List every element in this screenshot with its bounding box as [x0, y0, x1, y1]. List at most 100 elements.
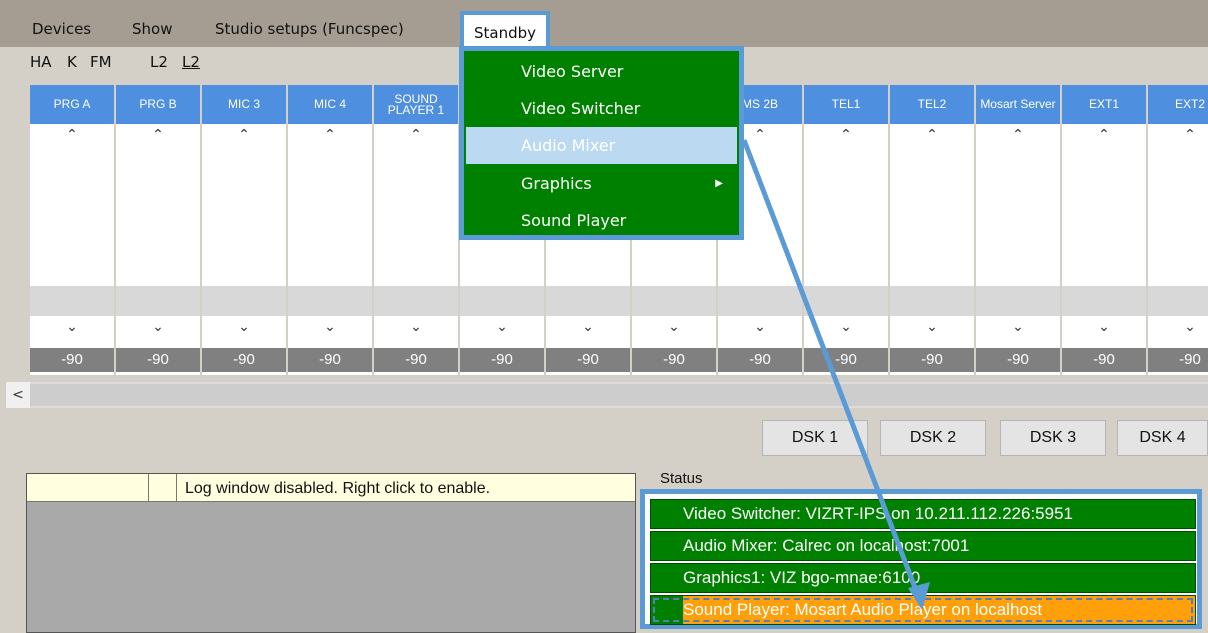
chevron-up-icon[interactable]: ⌃ — [202, 124, 286, 146]
chevron-left-icon[interactable]: < — [6, 382, 30, 408]
fader-track[interactable] — [1148, 286, 1208, 316]
log-cell — [27, 474, 149, 502]
shortcut-l2[interactable]: L2 — [150, 53, 168, 71]
scrollbar-track[interactable] — [30, 384, 1208, 406]
chevron-down-icon[interactable]: ⌄ — [116, 316, 200, 338]
fader-area[interactable] — [890, 146, 974, 286]
dsk-1-button[interactable]: DSK 1 — [762, 420, 868, 456]
channel-name: PRG B — [116, 85, 200, 124]
chevron-up-icon[interactable]: ⌃ — [374, 124, 458, 146]
menu-studio-setups[interactable]: Studio setups (Funcspec) — [215, 16, 404, 42]
chevron-down-icon[interactable]: ⌄ — [1148, 316, 1208, 338]
chevron-up-icon[interactable]: ⌃ — [1148, 124, 1208, 146]
fader-track[interactable] — [890, 286, 974, 316]
chevron-down-icon[interactable]: ⌄ — [976, 316, 1060, 338]
dsk-2-button[interactable]: DSK 2 — [880, 420, 986, 456]
chevron-down-icon[interactable]: ⌄ — [30, 316, 114, 338]
chevron-down-icon[interactable]: ⌄ — [804, 316, 888, 338]
menu-item-graphics[interactable]: Graphics ▶ — [466, 165, 737, 202]
fader-track[interactable] — [632, 286, 716, 316]
fader-track[interactable] — [976, 286, 1060, 316]
channel-strip: EXT2 ⌃ ⌄ -90 — [1148, 85, 1208, 375]
channel-name: PRG A — [30, 85, 114, 124]
channel-name: TEL1 — [804, 85, 888, 124]
fader-track[interactable] — [374, 286, 458, 316]
channel-level-value: -90 — [804, 348, 888, 372]
chevron-down-icon[interactable]: ⌄ — [374, 316, 458, 338]
fader-track[interactable] — [202, 286, 286, 316]
channel-level-value: -90 — [116, 348, 200, 372]
chevron-up-icon[interactable]: ⌃ — [976, 124, 1060, 146]
chevron-down-icon[interactable]: ⌄ — [202, 316, 286, 338]
status-row-sound-player[interactable]: Sound Player: Mosart Audio Player on loc… — [650, 595, 1196, 625]
fader-track[interactable] — [718, 286, 802, 316]
fader-area[interactable] — [288, 146, 372, 286]
fader-area[interactable] — [374, 146, 458, 286]
fader-area[interactable] — [116, 146, 200, 286]
chevron-down-icon[interactable]: ⌄ — [546, 316, 630, 338]
chevron-up-icon[interactable]: ⌃ — [116, 124, 200, 146]
channel-strip: EXT1 ⌃ ⌄ -90 — [1062, 85, 1147, 375]
fader-track[interactable] — [460, 286, 544, 316]
fader-track[interactable] — [288, 286, 372, 316]
channel-strip: TEL1 ⌃ ⌄ -90 — [804, 85, 889, 375]
log-row[interactable]: Log window disabled. Right click to enab… — [27, 474, 635, 502]
channel-strip: SOUND PLAYER 1 ⌃ ⌄ -90 — [374, 85, 459, 375]
menu-item-video-server[interactable]: Video Server — [466, 53, 737, 90]
chevron-up-icon[interactable]: ⌃ — [890, 124, 974, 146]
status-row-video-switcher[interactable]: Video Switcher: VIZRT-IPS on 10.211.112.… — [650, 499, 1196, 529]
dsk-3-button[interactable]: DSK 3 — [1000, 420, 1106, 456]
chevron-down-icon[interactable]: ⌄ — [460, 316, 544, 338]
menu-item-label: Graphics — [521, 174, 592, 193]
chevron-down-icon[interactable]: ⌄ — [1062, 316, 1146, 338]
log-cell — [149, 474, 177, 502]
shortcut-ha[interactable]: HA — [30, 53, 52, 71]
chevron-up-icon[interactable]: ⌃ — [30, 124, 114, 146]
channel-name: EXT2 — [1148, 85, 1208, 124]
channel-name: TEL2 — [890, 85, 974, 124]
shortcut-fm[interactable]: FM — [90, 53, 112, 71]
channel-strip: MIC 4 ⌃ ⌄ -90 — [288, 85, 373, 375]
fader-track[interactable] — [30, 286, 114, 316]
status-list[interactable]: Video Switcher: VIZRT-IPS on 10.211.112.… — [640, 489, 1202, 629]
status-row-audio-mixer[interactable]: Audio Mixer: Calrec on localhost:7001 — [650, 531, 1196, 561]
channel-strip: PRG A ⌃ ⌄ -90 — [30, 85, 115, 375]
menu-bar: Devices Show Studio setups (Funcspec) St… — [0, 0, 1208, 47]
channel-name: MIC 4 — [288, 85, 372, 124]
chevron-up-icon[interactable]: ⌃ — [804, 124, 888, 146]
menu-item-sound-player[interactable]: Sound Player — [466, 202, 737, 239]
chevron-up-icon[interactable]: ⌃ — [288, 124, 372, 146]
fader-track[interactable] — [1062, 286, 1146, 316]
horizontal-scrollbar[interactable]: < — [6, 382, 1208, 408]
fader-track[interactable] — [546, 286, 630, 316]
fader-area[interactable] — [30, 146, 114, 286]
focus-outline — [653, 598, 1193, 622]
channel-name: MIC 3 — [202, 85, 286, 124]
menu-item-video-switcher[interactable]: Video Switcher — [466, 90, 737, 127]
triangle-right-icon: ▶ — [715, 178, 723, 189]
chevron-down-icon[interactable]: ⌄ — [890, 316, 974, 338]
fader-track[interactable] — [116, 286, 200, 316]
fader-area[interactable] — [1148, 146, 1208, 286]
chevron-up-icon[interactable]: ⌃ — [1062, 124, 1146, 146]
chevron-down-icon[interactable]: ⌄ — [632, 316, 716, 338]
menu-item-audio-mixer[interactable]: Audio Mixer — [466, 127, 737, 164]
channel-level-value: -90 — [718, 348, 802, 372]
channel-level-value: -90 — [1148, 348, 1208, 372]
menu-show[interactable]: Show — [132, 16, 172, 42]
log-window[interactable]: Log window disabled. Right click to enab… — [26, 473, 636, 633]
menu-standby[interactable]: Standby — [460, 11, 551, 47]
status-row-graphics[interactable]: Graphics1: VIZ bgo-mnae:6100 — [650, 563, 1196, 593]
fader-track[interactable] — [804, 286, 888, 316]
shortcut-k[interactable]: K — [67, 53, 77, 71]
fader-area[interactable] — [804, 146, 888, 286]
menu-devices[interactable]: Devices — [32, 16, 91, 42]
chevron-down-icon[interactable]: ⌄ — [718, 316, 802, 338]
fader-area[interactable] — [202, 146, 286, 286]
dsk-4-button[interactable]: DSK 4 — [1117, 420, 1208, 456]
chevron-down-icon[interactable]: ⌄ — [288, 316, 372, 338]
fader-area[interactable] — [976, 146, 1060, 286]
fader-area[interactable] — [1062, 146, 1146, 286]
channel-strip: PRG B ⌃ ⌄ -90 — [116, 85, 201, 375]
shortcut-l2-underlined[interactable]: L2 — [182, 53, 200, 71]
